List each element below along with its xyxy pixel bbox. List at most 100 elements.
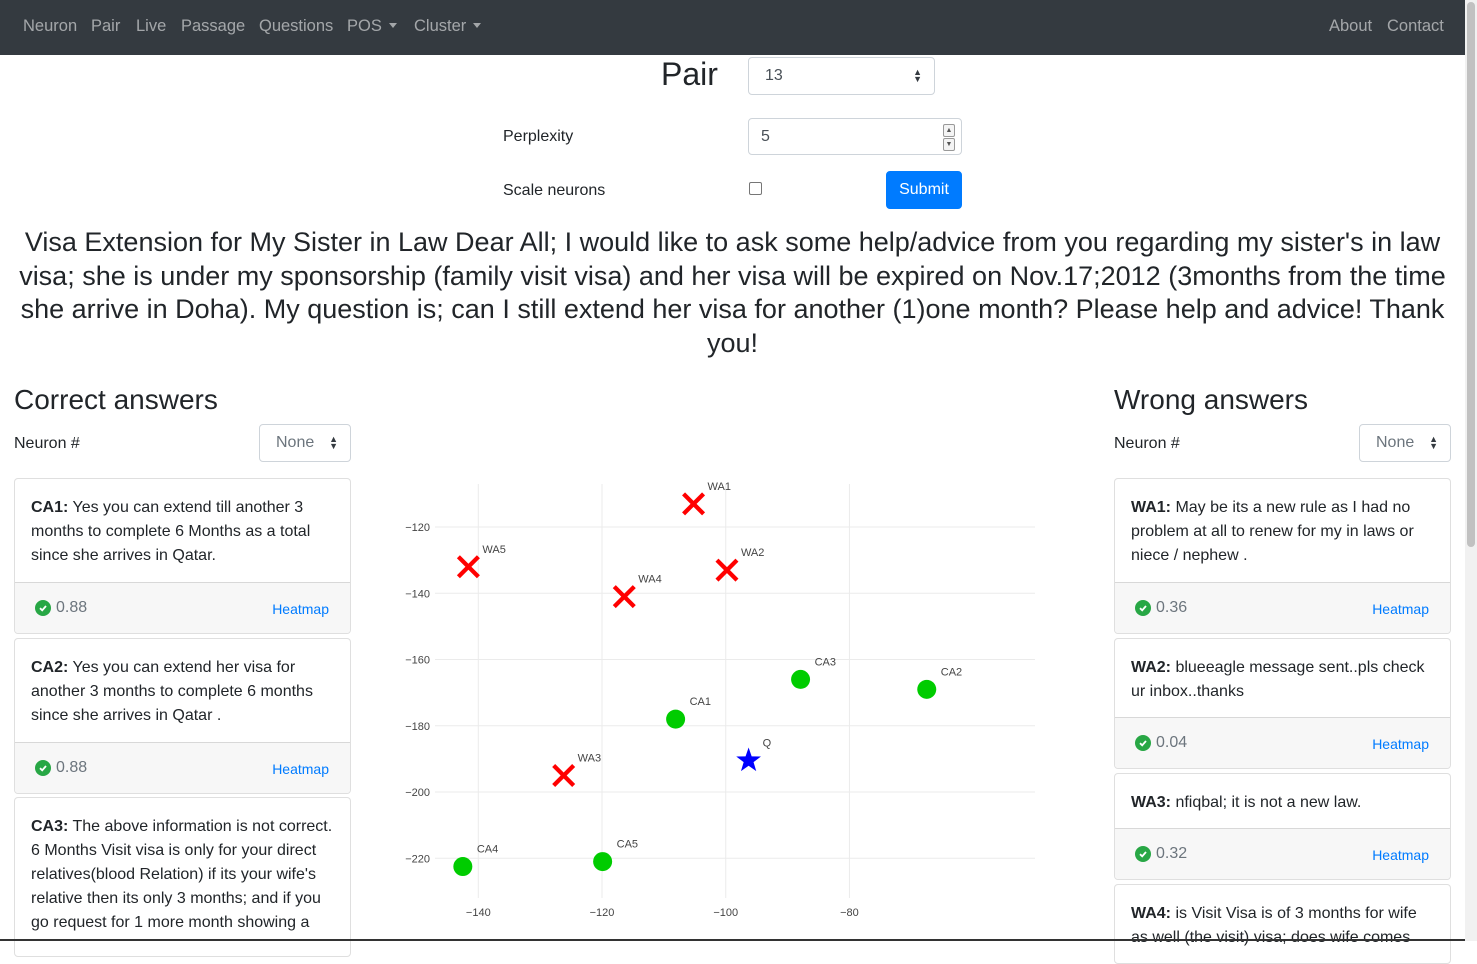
correct-neuron-select-value: None <box>276 434 315 451</box>
nav-link-pair[interactable]: Pair <box>91 17 120 36</box>
spin-up-icon[interactable]: ▲ <box>943 124 955 137</box>
wrong-neuron-label: Neuron # <box>1114 435 1180 452</box>
point-label-wa4: WA4 <box>638 574 661 586</box>
x-mark-icon <box>456 555 480 579</box>
nav-link-passage[interactable]: Passage <box>181 17 245 36</box>
check-circle-icon <box>1135 735 1151 751</box>
check-circle-icon <box>1135 846 1151 862</box>
x-tick-label: −80 <box>840 907 859 919</box>
submit-button[interactable]: Submit <box>886 171 962 209</box>
select-arrows-icon: ▲ ▼ <box>913 67 922 84</box>
nav-dropdown-cluster-label: Cluster <box>414 17 467 35</box>
pair-select[interactable]: 13 ▲ ▼ <box>748 57 935 95</box>
point-label-ca2: CA2 <box>941 666 962 678</box>
wrong-neuron-select-value: None <box>1376 434 1415 451</box>
answer-id: CA3: <box>31 818 69 835</box>
answer-card-footer: 0.04 Heatmap <box>1115 717 1450 768</box>
answer-card-body: CA1: Yes you can extend till another 3 m… <box>15 479 350 568</box>
answer-text: May be its a new rule as I had no proble… <box>1131 499 1414 564</box>
answer-text: nfiqbal; it is not a new law. <box>1175 794 1362 811</box>
answer-score-value: 0.36 <box>1156 599 1188 616</box>
y-tick-label: −140 <box>405 588 430 600</box>
answer-card-body: CA2: Yes you can extend her visa for ano… <box>15 639 350 728</box>
correct-neuron-label: Neuron # <box>14 435 80 452</box>
pair-title: Pair <box>661 56 718 92</box>
check-circle-icon <box>1135 600 1151 616</box>
answer-card-body: CA3: The above information is not correc… <box>15 798 350 935</box>
perplexity-input[interactable]: 5 ▲ ▼ <box>748 118 962 155</box>
point-ca4 <box>453 857 473 877</box>
chart-ticks: −140 −120 −100 −80 −120 −140 −160 −180 −200 −220 <box>405 522 859 919</box>
nav-link-about[interactable]: About <box>1329 17 1372 36</box>
nav-dropdown-cluster[interactable]: Cluster <box>414 17 482 36</box>
x-tick-label: −100 <box>713 907 738 919</box>
answer-id: WA4: <box>1131 905 1171 922</box>
x-mark-icon <box>612 585 636 609</box>
point-label-wa3: WA3 <box>578 752 601 764</box>
answer-score: 0.32 <box>1135 845 1187 863</box>
pair-select-value: 13 <box>765 67 783 84</box>
answer-score-value: 0.32 <box>1156 845 1188 862</box>
scale-neurons-label: Scale neurons <box>503 182 606 199</box>
point-label-wa1: WA1 <box>708 481 731 493</box>
vertical-scrollbar[interactable] <box>1465 0 1477 941</box>
nav-dropdown-pos[interactable]: POS <box>347 17 397 36</box>
caret-down-icon <box>388 23 397 28</box>
nav-link-neuron[interactable]: Neuron <box>23 17 77 36</box>
point-label-wa5: WA5 <box>482 544 505 556</box>
answer-id: WA3: <box>1131 794 1171 811</box>
x-mark-icon <box>552 763 576 787</box>
point-label-ca1: CA1 <box>690 696 711 708</box>
nav-link-contact[interactable]: Contact <box>1387 17 1444 36</box>
answer-card-ca3: CA3: The above information is not correc… <box>14 797 351 957</box>
heatmap-link[interactable]: Heatmap <box>272 761 329 777</box>
correct-answers-title: Correct answers <box>14 384 218 415</box>
chart-grid <box>435 484 1035 898</box>
chart-points: CA1 CA2 CA3 CA4 CA5 WA1 WA2 WA3 WA4 WA5 Q <box>453 481 962 877</box>
scrollbar-thumb[interactable] <box>1467 2 1475 547</box>
heatmap-link[interactable]: Heatmap <box>1372 847 1429 863</box>
x-mark-icon <box>682 492 706 516</box>
heatmap-link[interactable]: Heatmap <box>1372 736 1429 752</box>
answer-text: Yes you can extend her visa for another … <box>31 659 313 724</box>
select-arrows-icon: ▲ ▼ <box>1429 434 1438 451</box>
spin-down-icon[interactable]: ▼ <box>943 138 955 151</box>
answer-score: 0.36 <box>1135 599 1187 617</box>
perplexity-label: Perplexity <box>503 128 574 145</box>
point-wa4 <box>612 585 636 609</box>
nav-link-live[interactable]: Live <box>136 17 166 36</box>
answer-card-footer: 0.36 Heatmap <box>1115 582 1450 633</box>
answer-text: The above information is not correct. 6 … <box>31 818 333 931</box>
perplexity-input-value: 5 <box>761 128 770 145</box>
answer-text: Yes you can extend till another 3 months… <box>31 499 311 564</box>
select-arrows-icon: ▲ ▼ <box>329 434 338 451</box>
point-label-q: Q <box>763 738 772 750</box>
correct-neuron-select[interactable]: None ▲ ▼ <box>259 424 351 462</box>
point-ca5 <box>593 852 613 872</box>
y-tick-label: −120 <box>405 522 430 534</box>
tsne-scatter-chart: −140 −120 −100 −80−120−140−160−180−200−220 … <box>405 481 1035 919</box>
number-spinner[interactable]: ▲ ▼ <box>943 124 955 151</box>
answer-card-footer: 0.32 Heatmap <box>1115 828 1450 879</box>
nav-link-questions[interactable]: Questions <box>259 17 333 36</box>
answer-score-value: 0.88 <box>56 599 88 616</box>
point-ca1 <box>666 709 686 729</box>
answer-id: CA2: <box>31 659 69 676</box>
navbar: Neuron Pair Live Passage Questions POS C… <box>0 0 1465 55</box>
answer-card-wa3: WA3: nfiqbal; it is not a new law. 0.32 … <box>1114 773 1451 880</box>
point-label-ca3: CA3 <box>815 656 836 668</box>
y-tick-label: −200 <box>405 787 430 799</box>
wrong-answers-title: Wrong answers <box>1114 384 1309 415</box>
point-wa2 <box>715 558 739 582</box>
scale-neurons-checkbox[interactable] <box>749 182 762 195</box>
heatmap-link[interactable]: Heatmap <box>1372 601 1429 617</box>
wrong-neuron-select[interactable]: None ▲ ▼ <box>1359 424 1451 462</box>
answer-score: 0.88 <box>35 599 87 617</box>
heatmap-link[interactable]: Heatmap <box>272 601 329 617</box>
check-circle-icon <box>35 600 51 616</box>
point-wa5 <box>456 555 480 579</box>
point-q <box>736 747 761 772</box>
answer-card-body: WA1: May be its a new rule as I had no p… <box>1115 479 1450 568</box>
answer-score: 0.04 <box>1135 734 1187 752</box>
answer-card-wa4: WA4: is Visit Visa is of 3 months for wi… <box>1114 884 1451 964</box>
